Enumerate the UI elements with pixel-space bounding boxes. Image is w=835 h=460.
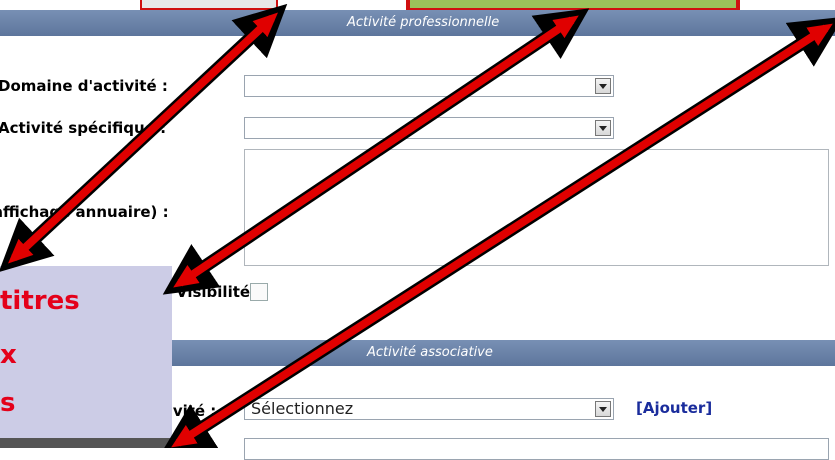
arrow-1 <box>8 12 278 264</box>
arrow-2 <box>173 15 579 288</box>
arrow-3 <box>171 23 833 448</box>
annotation-arrows <box>0 3 835 448</box>
